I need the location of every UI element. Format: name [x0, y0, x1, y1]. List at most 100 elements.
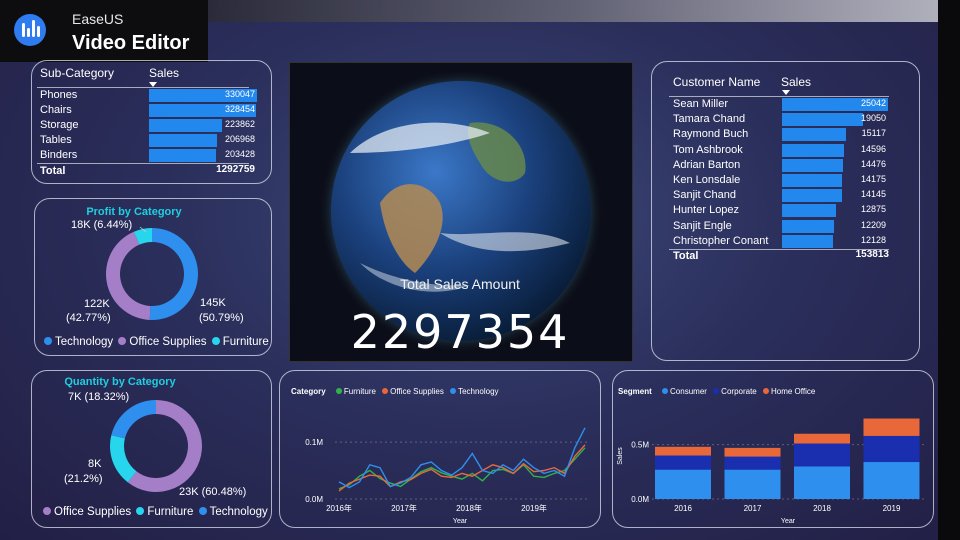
- x-tick-label: 2016年: [326, 503, 352, 513]
- customer-total-value: 153813: [855, 249, 889, 260]
- quantity-label-office: 23K (60.48%): [179, 486, 247, 498]
- customer-table: Customer Name Sales Sean Miller 25042 Tama…: [651, 61, 920, 361]
- sales-header[interactable]: Sales: [149, 66, 179, 80]
- table-row-value: 206968: [224, 134, 255, 144]
- customer-name-header[interactable]: Customer Name: [673, 75, 760, 89]
- table-row-value: 14175: [860, 174, 886, 184]
- sort-desc-icon[interactable]: [782, 90, 790, 95]
- subcategory-total-label: Total: [40, 165, 66, 177]
- customer-total-label: Total: [673, 250, 699, 262]
- donut-slice[interactable]: [105, 231, 151, 320]
- table-row-name[interactable]: Ken Lonsdale: [673, 173, 740, 188]
- table-row-value: 25042: [860, 98, 886, 108]
- legend-item-furniture[interactable]: Furniture: [134, 506, 193, 518]
- bar-segment[interactable]: [724, 456, 781, 470]
- bar-segment[interactable]: [863, 462, 920, 499]
- table-row-value: 14145: [860, 189, 886, 200]
- y-tick-label: 0.1M: [305, 438, 323, 447]
- table-row-name[interactable]: Storage: [40, 118, 79, 133]
- profit-legend: Technology Office Supplies Furniture: [44, 336, 269, 348]
- donut-slice[interactable]: [109, 435, 137, 483]
- segment-stacked-bar-chart[interactable]: 0.0M 0.5M Sales 2016 2017 2018 2019 Year: [612, 370, 934, 528]
- table-row-value: 12128: [860, 234, 886, 245]
- quantity-legend: Office Supplies Furniture Technology: [43, 506, 268, 518]
- legend-item-office-supplies[interactable]: Office Supplies: [43, 506, 131, 518]
- subcategory-header[interactable]: Sub-Category: [40, 66, 114, 80]
- table-row-name[interactable]: Adrian Barton: [673, 158, 740, 173]
- x-tick-label: 2016: [674, 504, 692, 513]
- y-tick-label: 0.0M: [631, 495, 649, 504]
- table-row-value: 14476: [860, 158, 886, 169]
- right-border: [938, 0, 960, 540]
- table-row-value: 19050: [860, 113, 886, 124]
- profit-label-tech-1: 145K: [200, 297, 226, 309]
- y-axis-label: Sales: [617, 447, 624, 465]
- legend-item-furniture[interactable]: Furniture: [210, 336, 269, 348]
- bar-segment[interactable]: [724, 469, 781, 499]
- bar-segment[interactable]: [655, 455, 711, 470]
- x-tick-label: 2019: [883, 504, 901, 513]
- table-row-name[interactable]: Binders: [40, 148, 77, 163]
- quantity-label-tech-1: 8K: [88, 458, 102, 470]
- table-row-name[interactable]: Chairs: [40, 103, 72, 118]
- profit-donut-chart[interactable]: [34, 198, 272, 356]
- table-row-name[interactable]: Tamara Chand: [673, 112, 745, 127]
- legend-item-technology[interactable]: Technology: [197, 506, 268, 518]
- quantity-label-tech-2: (21.2%): [64, 473, 103, 485]
- y-tick-label: 0.5M: [631, 441, 649, 450]
- x-tick-label: 2017年: [391, 503, 417, 513]
- x-tick-label: 2017: [744, 504, 762, 513]
- legend-item-office-supplies[interactable]: Office Supplies: [116, 336, 207, 348]
- legend-item-technology[interactable]: Technology: [44, 336, 113, 348]
- x-tick-label: 2018年: [456, 503, 482, 513]
- bar-segment[interactable]: [794, 433, 850, 444]
- profit-label-furniture: 18K (6.44%): [71, 219, 133, 231]
- bar-segment[interactable]: [655, 469, 711, 499]
- total-sales-value: 2297354: [350, 305, 570, 359]
- table-row-name[interactable]: Sanjit Engle: [673, 219, 732, 234]
- total-sales-label: Total Sales Amount: [400, 276, 520, 292]
- table-row-name[interactable]: Sanjit Chand: [673, 188, 736, 203]
- profit-label-office-2: (42.77%): [66, 312, 111, 324]
- watermark-app: Video Editor: [72, 32, 190, 54]
- customer-sales-header[interactable]: Sales: [781, 75, 811, 89]
- x-tick-label: 2018: [813, 504, 831, 513]
- bar-segment[interactable]: [863, 435, 920, 463]
- table-row-name[interactable]: Hunter Lopez: [673, 203, 739, 218]
- donut-slice[interactable]: [149, 228, 198, 320]
- table-row-name[interactable]: Tom Ashbrook: [673, 143, 743, 158]
- table-row-value: 12875: [860, 204, 886, 215]
- x-tick-label: 2019年: [521, 503, 547, 513]
- table-row-value: 14596: [860, 143, 886, 154]
- table-row-value: 223862: [224, 119, 255, 129]
- bar-segment[interactable]: [794, 443, 850, 467]
- table-row-name[interactable]: Phones: [40, 88, 77, 103]
- sales-line-chart[interactable]: 0.0M 0.1M 2016年 2017年 2018年 2019年 Year: [279, 370, 601, 528]
- easeus-logo-icon: [14, 14, 46, 46]
- watermark-brand: EaseUS: [72, 11, 124, 27]
- quantity-label-furniture: 7K (18.32%): [68, 391, 130, 403]
- subcategory-total-value: 1292759: [216, 164, 255, 175]
- table-row-name[interactable]: Tables: [40, 133, 72, 148]
- top-gradient-bar: [208, 0, 938, 22]
- x-axis-label: Year: [781, 518, 796, 525]
- bar-segment[interactable]: [794, 466, 850, 499]
- subcategory-table: Sub-Category Sales Phones 330047 Chairs 328…: [31, 60, 272, 184]
- table-row-name[interactable]: Sean Miller: [673, 97, 728, 112]
- watermark: EaseUS Video Editor: [0, 0, 208, 62]
- y-tick-label: 0.0M: [305, 495, 323, 504]
- bar-segment[interactable]: [724, 447, 781, 457]
- profit-label-tech-2: (50.79%): [199, 312, 244, 324]
- table-row-value: 12209: [860, 219, 886, 230]
- table-row-value: 328454: [224, 104, 255, 114]
- x-axis-label: Year: [453, 518, 468, 525]
- table-row-value: 15117: [861, 128, 886, 139]
- donut-slice[interactable]: [111, 400, 156, 439]
- table-row-value: 203428: [224, 149, 255, 159]
- bar-segment[interactable]: [655, 446, 711, 456]
- table-row-value: 330047: [224, 89, 255, 99]
- bar-segment[interactable]: [863, 418, 920, 436]
- profit-label-office-1: 122K: [84, 298, 110, 310]
- table-row-name[interactable]: Christopher Conant: [673, 234, 768, 249]
- table-row-name[interactable]: Raymond Buch: [673, 127, 748, 142]
